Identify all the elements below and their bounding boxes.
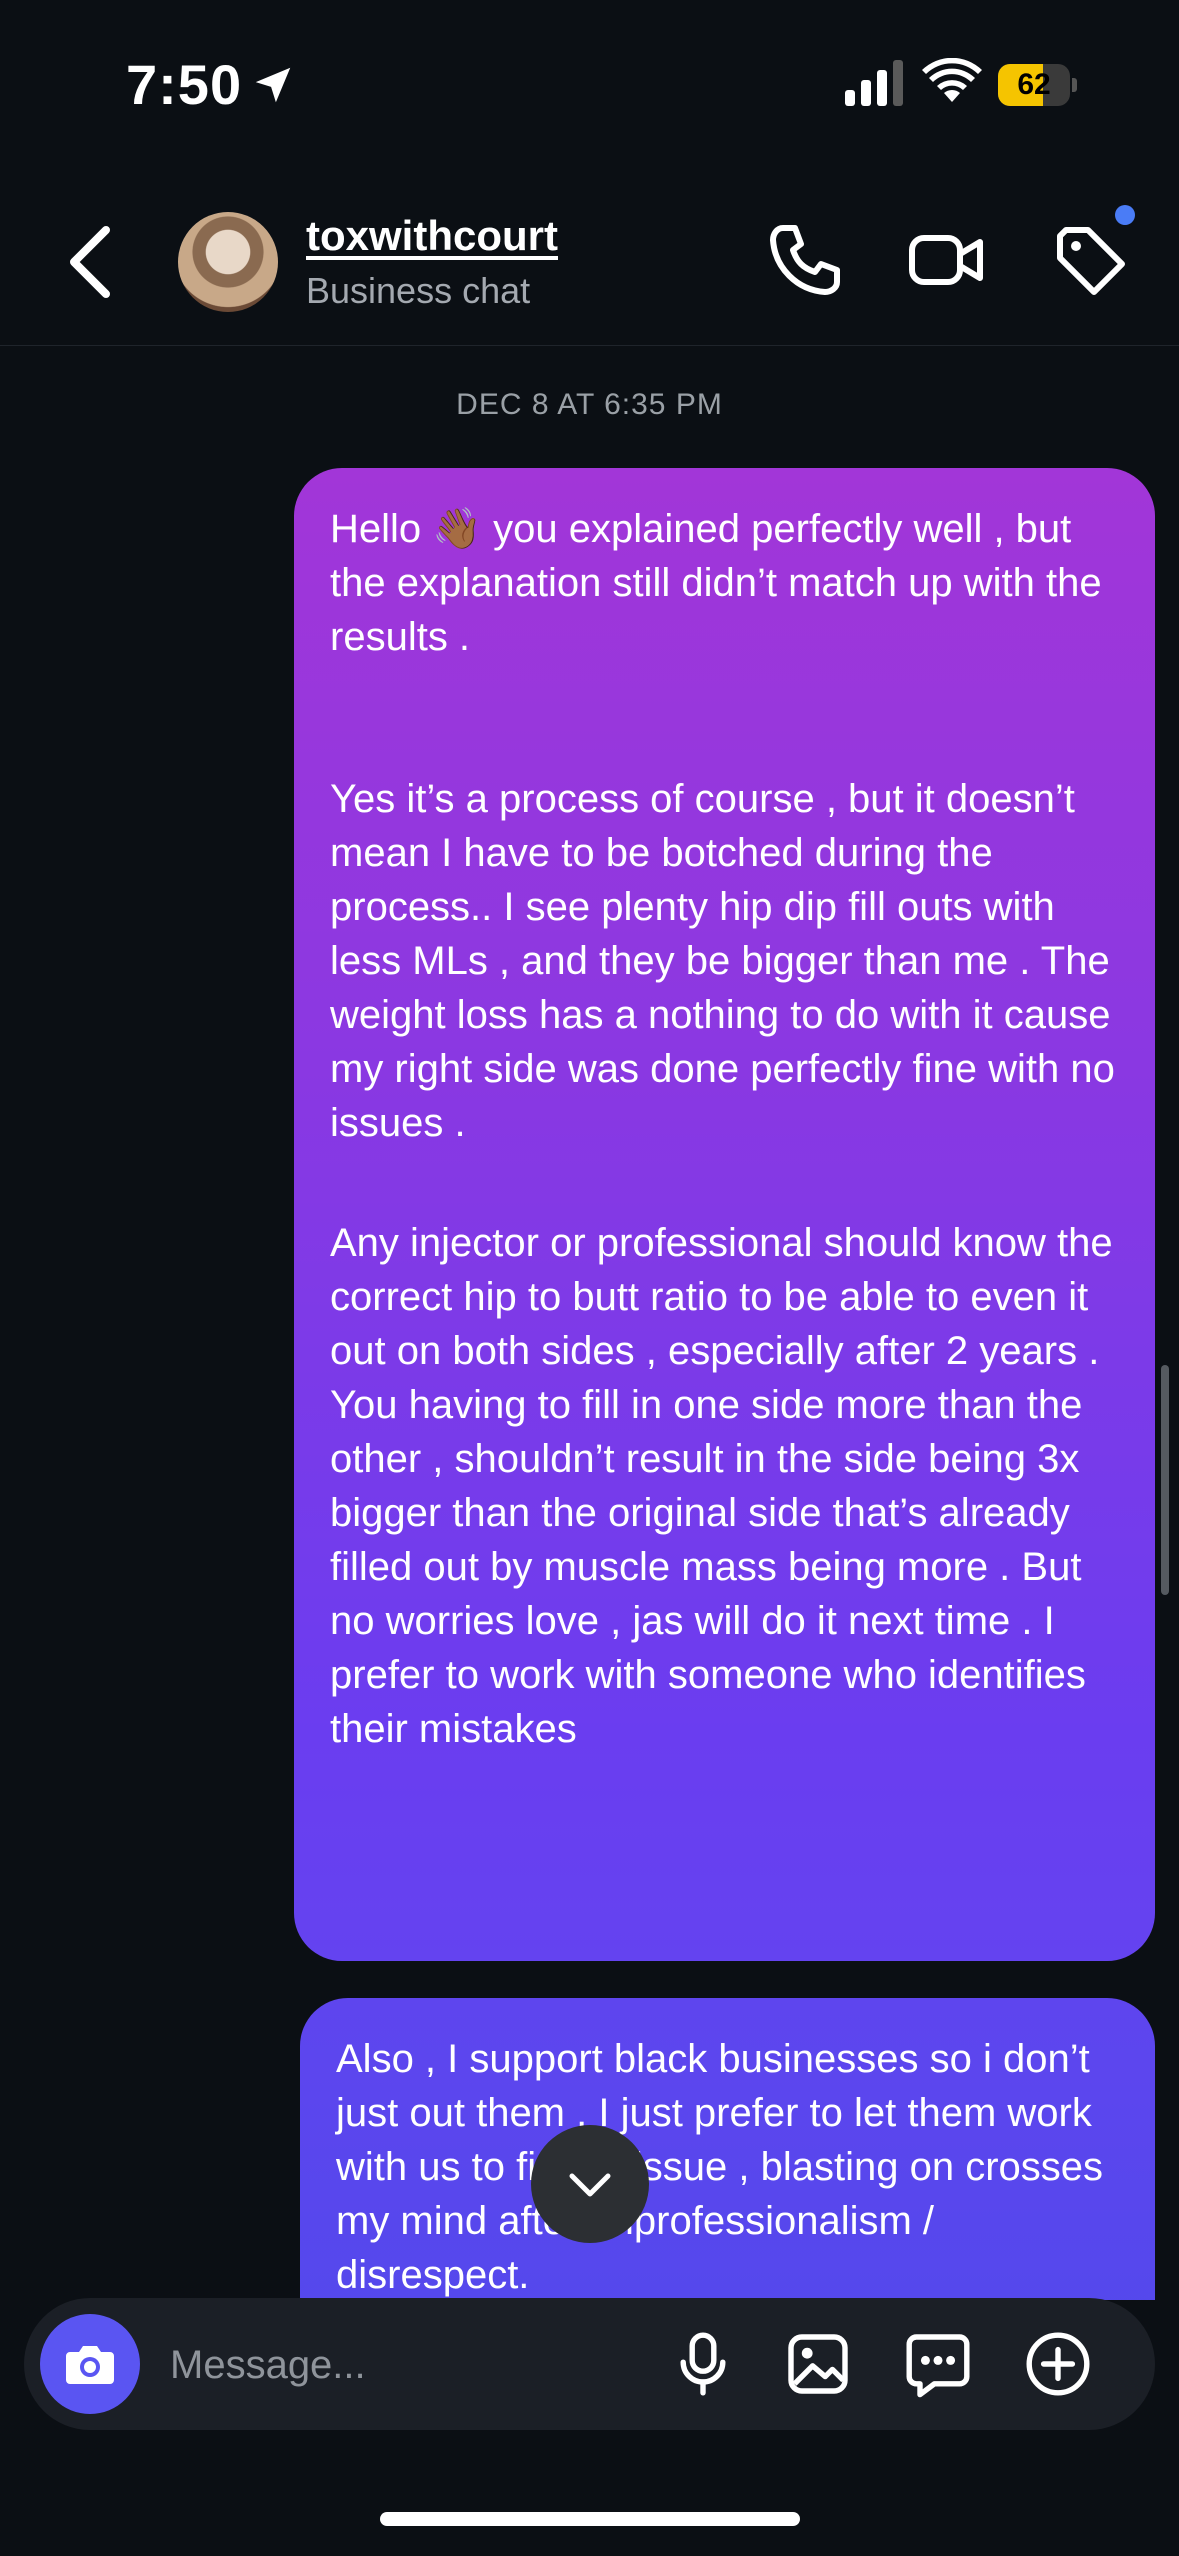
sent-message-bubble[interactable]: Hello 👋🏾 you explained perfectly well , … (294, 468, 1155, 1961)
gallery-icon[interactable] (782, 2328, 854, 2400)
camera-button[interactable] (40, 2314, 140, 2414)
chevron-down-icon (569, 2173, 611, 2197)
message-timestamp: DEC 8 AT 6:35 PM (456, 388, 723, 421)
home-indicator[interactable] (380, 2512, 800, 2526)
microphone-icon[interactable] (667, 2328, 739, 2400)
scrollbar[interactable] (1161, 1365, 1169, 1595)
message-paragraph: Yes it’s a process of course , but it do… (330, 777, 1115, 1145)
camera-icon (66, 2346, 114, 2384)
sticker-icon[interactable] (902, 2328, 974, 2400)
message-paragraph: Hello 👋🏾 you explained perfectly well , … (330, 507, 1102, 659)
message-composer (24, 2298, 1155, 2430)
message-thread[interactable]: DEC 8 AT 6:35 PM Hello 👋🏾 you explained … (0, 0, 1179, 2300)
plus-icon[interactable] (1022, 2328, 1094, 2400)
message-paragraph: Any injector or professional should know… (330, 1221, 1113, 1751)
message-paragraph: Also , I support black businesses so i d… (336, 2037, 1104, 2297)
scroll-to-bottom-button[interactable] (531, 2125, 649, 2243)
sent-message-bubble[interactable]: Also , I support black businesses so i d… (300, 1998, 1155, 2300)
message-input[interactable] (168, 2334, 652, 2396)
